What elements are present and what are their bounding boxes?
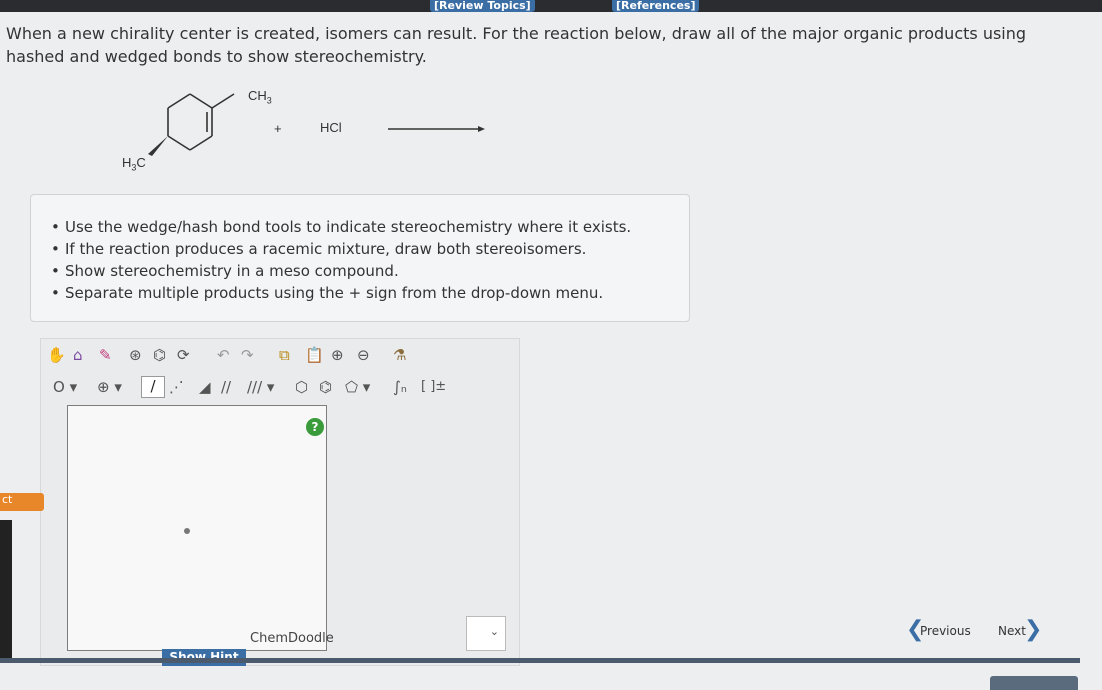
benzene-icon[interactable]: ⌬ [319, 378, 332, 396]
instruction-item: • Show stereochemistry in a meso compound… [51, 262, 399, 280]
h3c-label: H3C [122, 155, 146, 173]
product-dropdown[interactable]: ⌄ [466, 616, 506, 651]
zoom-in-icon[interactable]: ⊕ [331, 346, 344, 364]
rotate-icon[interactable]: ⟳ [177, 346, 190, 364]
instruction-item: • Separate multiple products using the + … [51, 284, 604, 302]
plus-sign: + [274, 121, 282, 136]
left-edge-bar [0, 520, 12, 660]
instructions-box: • Use the wedge/hash bond tools to indica… [30, 194, 690, 322]
center-icon[interactable]: ⊛ [129, 346, 142, 364]
double-bond-icon[interactable]: // [221, 378, 231, 396]
charge-bracket-icon[interactable]: [ ]± [421, 378, 446, 396]
cyclohexene-structure [148, 93, 485, 156]
template-icon[interactable]: ⌬ [153, 346, 166, 364]
reagent-hcl: HCl [320, 120, 342, 135]
top-bar: [Review Topics] [References] [0, 0, 1102, 12]
reaction-scheme: CH3 H3C + HCl [110, 80, 510, 180]
redo-icon[interactable]: ↷ [241, 346, 254, 364]
save-exit-button[interactable] [990, 676, 1078, 690]
instruction-item: • If the reaction produces a racemic mixt… [51, 240, 587, 258]
atom-selector-icon[interactable]: O ▾ [53, 378, 77, 396]
hand-tool-icon[interactable]: ✋ [47, 346, 66, 364]
cyclohexane-icon[interactable]: ⬡ [295, 378, 308, 396]
next-button[interactable]: Next ❯ [998, 617, 1042, 642]
chevron-down-icon: ⌄ [489, 625, 499, 638]
chemdoodle-brand: ChemDoodle [250, 631, 334, 646]
zoom-out-icon[interactable]: ⊖ [357, 346, 370, 364]
undo-icon[interactable]: ↶ [217, 346, 230, 364]
wedge-bond-icon[interactable]: ◢ [199, 378, 211, 396]
wedge-bond [148, 136, 168, 156]
references-link[interactable]: [References] [612, 0, 700, 12]
previous-label: Previous [920, 624, 971, 638]
cyclopentane-icon[interactable]: ⬠ ▾ [345, 378, 370, 396]
next-label: Next [998, 624, 1026, 638]
ch3-label: CH3 [248, 88, 272, 106]
chain-icon[interactable]: ∫ₙ [393, 378, 407, 396]
bottom-divider [0, 658, 1080, 663]
drawing-canvas[interactable]: ? ChemDoodle [67, 405, 334, 651]
clean-icon[interactable]: ⚗ [393, 346, 406, 364]
instruction-item: • Use the wedge/hash bond tools to indica… [51, 218, 632, 236]
single-bond-icon[interactable]: / [141, 376, 165, 398]
review-topics-link[interactable]: [Review Topics] [430, 0, 535, 12]
question-prompt: When a new chirality center is created, … [6, 24, 1027, 66]
help-icon[interactable]: ? [306, 418, 324, 436]
copy-icon[interactable]: ⧉ [279, 346, 290, 364]
paste-icon[interactable]: 📋 [305, 346, 324, 364]
lasso-icon[interactable]: ⌂ [73, 346, 83, 364]
previous-button[interactable]: ❮ Previous [906, 617, 971, 642]
chevron-left-icon: ❮ [906, 617, 925, 642]
charge-icon[interactable]: ⊕ ▾ [97, 378, 122, 396]
eraser-icon[interactable]: ✎ [99, 346, 112, 364]
canvas-dot [184, 528, 190, 534]
side-tab[interactable]: ct [0, 493, 44, 511]
chevron-right-icon: ❯ [1024, 617, 1043, 642]
chemdoodle-editor: ✋ ⌂ ✎ ⊛ ⌬ ⟳ ↶ ↷ ⧉ 📋 ⊕ ⊖ ⚗ O ▾ ⊕ ▾ / ⋰ ◢ … [40, 338, 520, 666]
hashed-bond-icon[interactable]: ⋰ [169, 378, 184, 396]
triple-bond-icon[interactable]: /// ▾ [247, 378, 274, 396]
